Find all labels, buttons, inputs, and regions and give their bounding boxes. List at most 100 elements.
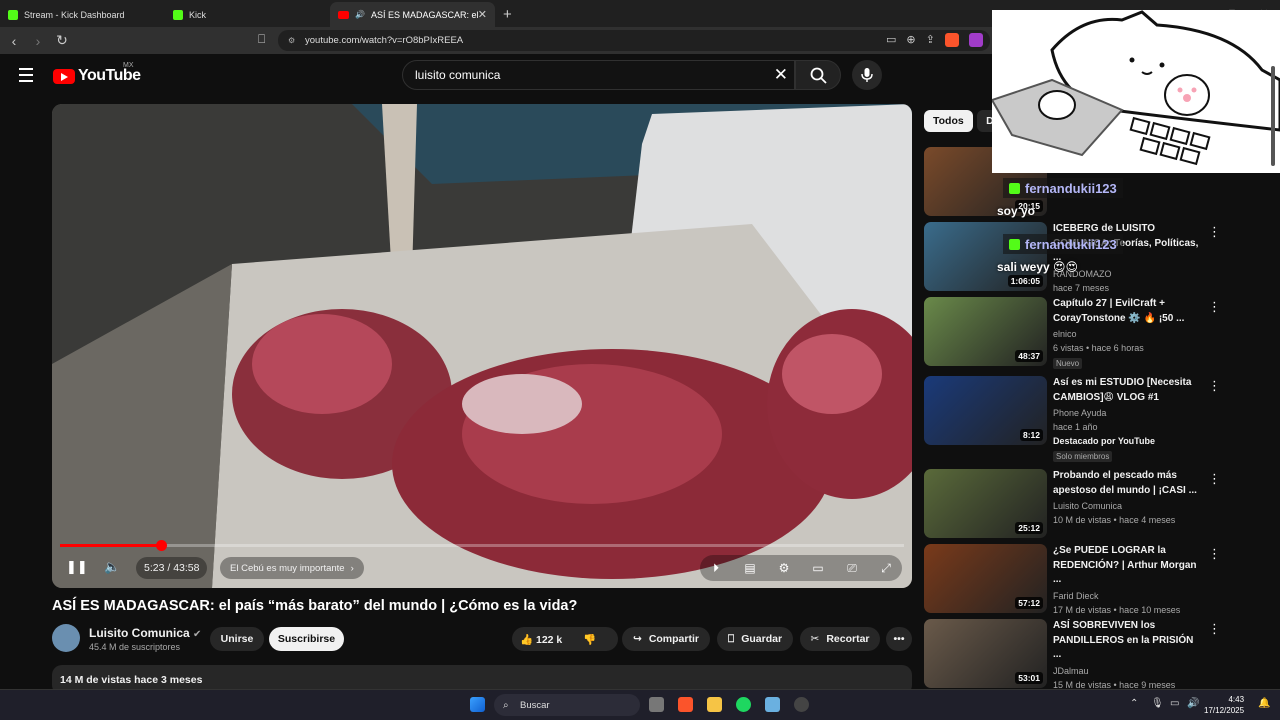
site-info-icon[interactable]: ⚙ (288, 36, 295, 45)
cast-icon[interactable]: ⎚ (842, 561, 862, 576)
video-player[interactable]: ❚❚ 🔈 5:23 / 43:58 El Cebú es muy importa… (52, 104, 912, 588)
video-duration: 57:12 (1015, 597, 1043, 609)
app-icon[interactable] (765, 697, 780, 712)
more-options-icon[interactable]: ⋮ (1208, 224, 1221, 240)
page-scrollbar[interactable] (1270, 56, 1276, 686)
channel-avatar[interactable] (52, 624, 80, 652)
video-title[interactable]: ASÍ SOBREVIVEN los PANDILLEROS en la PRI… (1053, 619, 1203, 663)
video-title[interactable]: Así es mi ESTUDIO [Necesita CAMBIOS]😩 VL… (1053, 376, 1203, 405)
chat-username: fernandukii123 (1003, 234, 1123, 254)
clear-search-icon[interactable]: ✕ (774, 65, 788, 85)
menu-icon[interactable] (19, 68, 33, 86)
chat-user-text: fernandukii123 (1025, 236, 1117, 252)
file-explorer-icon[interactable] (707, 697, 722, 712)
thumbs-down-icon[interactable]: 👎 (583, 633, 596, 646)
video-thumbnail[interactable]: 25:12 (924, 469, 1047, 538)
cast-icon[interactable]: ▭ (886, 33, 896, 47)
new-tab-button[interactable]: + (503, 6, 512, 23)
speaker-icon[interactable]: 🔊 (355, 10, 365, 19)
task-view-icon[interactable] (649, 697, 664, 712)
video-title[interactable]: Capítulo 27 | EvilCraft + CorayTonstone … (1053, 297, 1203, 326)
search-input[interactable]: luisito comunica ✕ (402, 60, 795, 90)
video-duration: 25:12 (1015, 522, 1043, 534)
channel-name[interactable]: JDalmau (1053, 666, 1203, 676)
youtube-logo[interactable]: YouTube MX (53, 62, 141, 85)
subtitles-icon[interactable]: ▤ (740, 561, 760, 575)
brave-icon[interactable] (678, 697, 693, 712)
subscribe-button[interactable]: Suscribirse (269, 627, 344, 651)
channel-name[interactable]: Luisito Comunica ✔ (89, 626, 201, 640)
tab-kick-dashboard[interactable]: Stream - Kick Dashboard (0, 2, 165, 27)
save-button[interactable]: ⎕ Guardar (717, 627, 793, 651)
thumbs-up-icon: 👍 (520, 633, 534, 646)
start-icon[interactable] (470, 697, 485, 712)
volume-tray-icon[interactable]: 🔊 (1187, 698, 1199, 709)
obs-icon[interactable] (794, 697, 809, 712)
video-title[interactable]: ¿Se PUEDE LOGRAR la REDENCIÓN? | Arthur … (1053, 544, 1203, 588)
reload-icon[interactable]: ↻ (52, 32, 72, 49)
video-info: Probando el pescado más apestoso del mun… (1053, 469, 1203, 525)
forward-icon[interactable]: › (28, 33, 48, 49)
clock-date: 17/12/2025 (1204, 706, 1245, 715)
zoom-icon[interactable]: ⊕ (906, 33, 915, 47)
settings-icon[interactable]: ⚙ (774, 561, 794, 575)
join-button[interactable]: Unirse (210, 627, 264, 651)
network-icon[interactable]: ▭ (1170, 698, 1179, 709)
kick-icon (8, 9, 18, 20)
video-thumbnail[interactable]: 57:12 (924, 544, 1047, 613)
volume-icon[interactable]: 🔈 (104, 559, 120, 575)
brave-rewards-icon[interactable] (968, 33, 983, 47)
more-options-icon[interactable]: ⋮ (1208, 621, 1221, 637)
video-thumbnail[interactable]: 1:06:05 (924, 222, 1047, 291)
video-meta: 6 vistas • hace 6 horas (1053, 343, 1144, 353)
like-button[interactable]: 👍 122 k (520, 633, 562, 646)
voice-search-button[interactable] (852, 60, 882, 90)
taskbar-search[interactable]: ⌕ Buscar (494, 694, 640, 716)
theater-mode-icon[interactable]: ▭ (808, 561, 828, 575)
progress-fill (60, 544, 162, 547)
more-options-icon[interactable]: ⋮ (1208, 546, 1221, 562)
bookmark-icon[interactable]: ⎕ (258, 32, 265, 47)
channel-name[interactable]: elnico (1053, 329, 1203, 339)
share-button[interactable]: ↪ Compartir (622, 627, 710, 651)
chip-all[interactable]: Todos (924, 110, 973, 132)
video-meta: 17 M de vistas • hace 10 meses (1053, 604, 1181, 615)
tab-label: ASÍ ES MADAGASCAR: el país (370, 9, 481, 20)
video-frame (52, 104, 912, 588)
brave-shield-icon[interactable] (944, 33, 959, 47)
channel-name[interactable]: Luisito Comunica (1053, 501, 1203, 511)
chapter-button[interactable]: El Cebú es muy importante › (220, 557, 364, 579)
taskbar-clock[interactable]: 4:43 17/12/2025 (1204, 694, 1244, 716)
progress-bar[interactable] (60, 540, 904, 551)
more-options-icon[interactable]: ⋮ (1208, 299, 1221, 315)
video-title[interactable]: Probando el pescado más apestoso del mun… (1053, 469, 1203, 498)
close-tab-icon[interactable]: ✕ (478, 8, 487, 21)
video-duration: 1:06:05 (1007, 275, 1043, 287)
clip-button[interactable]: ✂ Recortar (800, 627, 880, 651)
tab-label: Stream - Kick Dashboard (24, 9, 125, 20)
mic-tray-icon[interactable]: 🎙 (1151, 698, 1164, 709)
tab-youtube[interactable]: 🔊 ASÍ ES MADAGASCAR: el país ✕ (330, 2, 495, 27)
tab-kick[interactable]: Kick (165, 2, 330, 27)
tray-chevron-icon[interactable]: ⌃ (1130, 698, 1138, 709)
notifications-icon[interactable]: 🔔 (1258, 698, 1270, 709)
fullscreen-icon[interactable]: ⤢ (876, 561, 896, 576)
search-button[interactable] (795, 60, 841, 90)
more-options-icon[interactable]: ⋮ (1208, 378, 1221, 394)
search-icon (810, 67, 827, 84)
video-thumbnail[interactable]: 8:12 (924, 376, 1047, 445)
url-field[interactable]: ⚙ youtube.com/watch?v=rO8bPIxREEA (278, 30, 990, 51)
video-duration: 48:37 (1015, 350, 1043, 362)
spotify-icon[interactable] (736, 697, 751, 712)
video-info: Así es mi ESTUDIO [Necesita CAMBIOS]😩 VL… (1053, 376, 1203, 464)
video-thumbnail[interactable]: 53:01 (924, 619, 1047, 688)
autoplay-toggle[interactable]: ⏵ (706, 561, 726, 576)
back-icon[interactable]: ‹ (4, 33, 24, 49)
video-thumbnail[interactable]: 48:37 (924, 297, 1047, 366)
channel-name[interactable]: Phone Ayuda (1053, 408, 1203, 418)
more-options-icon[interactable]: ⋮ (1208, 471, 1221, 487)
share-icon[interactable]: ⇪ (926, 33, 935, 47)
pause-icon[interactable]: ❚❚ (66, 559, 88, 575)
channel-name[interactable]: Farid Dieck (1053, 591, 1203, 601)
more-actions-icon[interactable]: ••• (886, 627, 912, 651)
